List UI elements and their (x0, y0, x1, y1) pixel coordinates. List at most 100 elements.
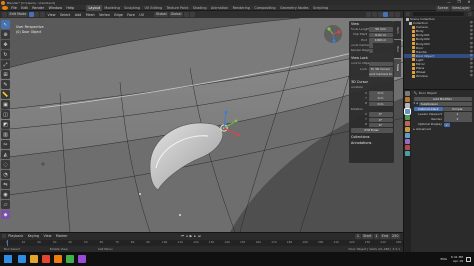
properties-tab-icon[interactable] (405, 151, 410, 156)
shear-icon[interactable]: ▱ (1, 200, 10, 209)
outliner-item[interactable]: Window 👁 (404, 74, 474, 78)
render-region-row[interactable]: Render Region (349, 48, 394, 54)
select-box-icon[interactable]: ↖ (1, 20, 10, 29)
notifications-icon[interactable] (466, 256, 471, 262)
lock-object-field[interactable] (368, 61, 393, 67)
properties-tab-icon[interactable] (404, 108, 411, 115)
end-frame-field[interactable]: 250 (390, 233, 400, 239)
levels-viewport-field[interactable]: 1 (443, 112, 472, 117)
shading-solid-icon[interactable] (383, 12, 389, 17)
properties-tab-icon[interactable] (405, 145, 410, 150)
add-modifier-button[interactable]: Add Modifier (413, 96, 472, 101)
menu-uv[interactable]: UV (137, 12, 146, 18)
annotations-header[interactable]: Annotations (349, 140, 394, 146)
orientation-selector[interactable]: Global (154, 12, 169, 17)
menu-face[interactable]: Face (125, 12, 137, 18)
loop-cut-icon[interactable]: ▥ (1, 130, 10, 139)
properties-tab-icon[interactable] (405, 91, 410, 96)
clip-start-field[interactable]: 0.01 m (368, 32, 393, 38)
menu-mesh[interactable]: Mesh (84, 12, 97, 18)
menu-render[interactable]: Render (30, 5, 46, 11)
3d-viewport[interactable] (0, 18, 403, 232)
shading-rendered-icon[interactable] (395, 12, 400, 17)
properties-tab-icon[interactable] (405, 127, 410, 132)
clock-date[interactable]: Apr 18 (451, 259, 463, 263)
outliner-search-input[interactable] (413, 12, 465, 16)
focal-length-field[interactable]: 50 mm (368, 27, 393, 32)
taskbar-app-icon[interactable] (54, 255, 62, 263)
cursor-rotation-x-field[interactable]: 0° (368, 112, 393, 117)
measure-icon[interactable]: 📏 (1, 90, 10, 99)
menu-edit[interactable]: Edit (19, 5, 30, 11)
snap-icon[interactable] (183, 12, 189, 17)
menu-select[interactable]: Select (58, 12, 73, 18)
tab-sculpting[interactable]: Sculpting (122, 5, 142, 11)
menu-playback[interactable]: Playback (6, 233, 26, 239)
local-camera-checkbox[interactable] (368, 43, 373, 48)
tab-rendering[interactable]: Rendering (230, 5, 252, 11)
menu-timeline-view[interactable]: View (41, 233, 53, 239)
extrude-icon[interactable]: ▣ (1, 100, 10, 109)
shading-material-icon[interactable] (389, 12, 395, 17)
taskbar-app-icon[interactable] (66, 255, 74, 263)
blender-menu-icon[interactable] (2, 5, 8, 10)
cursor-icon[interactable]: ⊕ (1, 30, 10, 39)
properties-tab-icon[interactable] (405, 133, 410, 138)
outliner-filter-icon[interactable] (468, 12, 472, 16)
move-icon[interactable]: ✥ (1, 40, 10, 49)
rotation-mode-selector[interactable]: XYZ Euler (350, 128, 393, 133)
properties-tab-icon[interactable] (405, 97, 410, 102)
tab-item[interactable]: Item (394, 21, 401, 39)
rotation-mode-row[interactable]: XYZ Euler (349, 128, 394, 133)
tab-view[interactable]: View (394, 59, 401, 77)
knife-icon[interactable]: ✂ (1, 140, 10, 149)
smooth-icon[interactable]: ◔ (1, 170, 10, 179)
inset-icon[interactable]: ◫ (1, 110, 10, 119)
transform-icon[interactable]: ⊞ (1, 70, 10, 79)
taskbar-app-icon[interactable] (42, 255, 50, 263)
editor-type-icon[interactable] (2, 12, 7, 17)
properties-tab-icon[interactable] (405, 115, 410, 120)
menu-keying[interactable]: Keying (26, 233, 42, 239)
jump-end-icon[interactable]: ⏭ (198, 234, 201, 238)
modifier-name-field[interactable]: Subdivision (419, 101, 472, 107)
shading-wireframe-icon[interactable] (377, 12, 383, 17)
lock-camera-field[interactable]: Lock Camera to View (368, 72, 393, 78)
render-levels-field[interactable]: 2 (443, 117, 472, 122)
mode-selector[interactable]: Edit Mode (8, 12, 28, 17)
annotate-icon[interactable]: ✎ (1, 80, 10, 89)
edge-select-icon[interactable] (34, 12, 40, 17)
visibility-eye-icon[interactable]: 👁 (470, 74, 473, 78)
tab-geometry-nodes[interactable]: Geometry Nodes (278, 5, 311, 11)
properties-tab-icon[interactable] (405, 139, 410, 144)
tab-texture-paint[interactable]: Texture Paint (164, 5, 190, 11)
advanced-section-label[interactable]: Advanced (416, 127, 431, 132)
cursor-location-y-field[interactable]: 0 m (368, 96, 393, 101)
view-layer-selector[interactable]: ViewLayer (450, 5, 471, 11)
properties-tab-icon[interactable] (405, 121, 410, 126)
menu-help[interactable]: Help (64, 5, 76, 11)
tab-scripting[interactable]: Scripting (311, 5, 330, 11)
menu-view[interactable]: View (45, 12, 57, 18)
keyboard-language[interactable]: ENG (440, 257, 446, 261)
tab-animation[interactable]: Animation (209, 5, 231, 11)
tab-shading[interactable]: Shading (191, 5, 209, 11)
outliner-editor-type-icon[interactable] (406, 12, 410, 16)
windows-start-icon[interactable] (4, 255, 12, 263)
collapse-arrow-icon[interactable]: ▾ (414, 101, 416, 106)
taskbar-app-icon[interactable] (30, 255, 38, 263)
optimal-display-checkbox[interactable]: ✓ (443, 122, 451, 127)
proportional-edit-icon[interactable] (189, 12, 195, 17)
advanced-arrow-icon[interactable]: ▸ (414, 127, 416, 132)
catmull-clark-button[interactable]: Catmull-Clark (413, 106, 443, 112)
tab-tool[interactable]: Tool (394, 40, 401, 58)
rotate-icon[interactable]: ↻ (1, 50, 10, 59)
menu-edge[interactable]: Edge (112, 12, 125, 18)
cursor-rotation-z-field[interactable]: 0° (368, 122, 393, 128)
start-frame-field[interactable]: 1 (373, 233, 380, 239)
spin-icon[interactable]: ◌ (1, 160, 10, 169)
render-region-checkbox[interactable] (368, 48, 373, 54)
menu-window[interactable]: Window (46, 5, 64, 11)
xray-toggle-icon[interactable] (371, 12, 377, 17)
cursor-location-x-field[interactable]: 0 m (368, 91, 393, 96)
